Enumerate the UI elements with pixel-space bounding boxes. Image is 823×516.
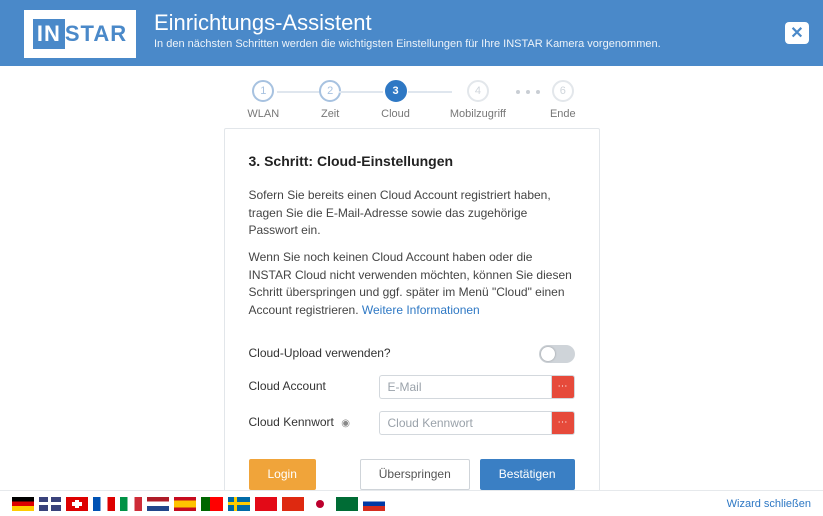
brand-logo: INSTAR xyxy=(24,10,136,58)
close-icon: ✕ xyxy=(790,23,803,43)
logo-suffix: STAR xyxy=(65,21,127,47)
card-para-2: Wenn Sie noch keinen Cloud Account haben… xyxy=(249,249,575,319)
more-info-link[interactable]: Weitere Informationen xyxy=(362,303,480,317)
step-number: 4 xyxy=(467,80,489,102)
virtual-keyboard-button[interactable]: ⋯ xyxy=(551,411,575,435)
step-label: Zeit xyxy=(321,108,339,120)
step-label: Cloud xyxy=(381,108,410,120)
eye-icon[interactable]: ◉ xyxy=(341,418,350,429)
footer-bar: Wizard schließen xyxy=(0,490,823,516)
cloud-upload-toggle[interactable] xyxy=(539,345,575,363)
step-connector xyxy=(408,91,452,93)
page-subtitle: In den nächsten Schritten werden die wic… xyxy=(154,38,661,50)
step-end[interactable]: 6 Ende xyxy=(550,80,576,120)
step-cloud[interactable]: 3 Cloud xyxy=(381,80,410,120)
toggle-label: Cloud-Upload verwenden? xyxy=(249,345,399,362)
header-bar: INSTAR Einrichtungs-Assistent In den näc… xyxy=(0,0,823,66)
step-connector xyxy=(339,91,383,93)
flag-de[interactable] xyxy=(12,497,34,511)
wizard-stepper: 1 WLAN 2 Zeit 3 Cloud 4 Mobilzugriff 6 E… xyxy=(132,80,692,120)
flag-pt[interactable] xyxy=(201,497,223,511)
step-ellipsis xyxy=(516,90,540,94)
account-label: Cloud Account xyxy=(249,378,371,395)
cloud-account-input[interactable] xyxy=(379,375,551,399)
flag-es[interactable] xyxy=(174,497,196,511)
flag-se[interactable] xyxy=(228,497,250,511)
step-label: Mobilzugriff xyxy=(450,108,506,120)
password-label: Cloud Kennwort ◉ xyxy=(249,414,371,432)
wizard-card: 3. Schritt: Cloud-Einstellungen Sofern S… xyxy=(224,128,600,511)
flag-fr[interactable] xyxy=(93,497,115,511)
flag-jp[interactable] xyxy=(309,497,331,511)
step-wlan[interactable]: 1 WLAN xyxy=(247,80,279,120)
keyboard-icon: ⋯ xyxy=(558,416,568,431)
step-mobile[interactable]: 4 Mobilzugriff xyxy=(450,80,506,120)
skip-button[interactable]: Überspringen xyxy=(360,459,470,490)
confirm-button[interactable]: Bestätigen xyxy=(480,459,575,490)
language-flags xyxy=(12,497,385,511)
wizard-close-link[interactable]: Wizard schließen xyxy=(727,498,811,510)
step-number: 3 xyxy=(385,80,407,102)
flag-en[interactable] xyxy=(39,497,61,511)
close-button[interactable]: ✕ xyxy=(785,22,809,44)
flag-ch[interactable] xyxy=(66,497,88,511)
card-para-1: Sofern Sie bereits einen Cloud Account r… xyxy=(249,187,575,239)
step-label: WLAN xyxy=(247,108,279,120)
step-number: 1 xyxy=(252,80,274,102)
card-heading: 3. Schritt: Cloud-Einstellungen xyxy=(249,151,575,171)
flag-tr[interactable] xyxy=(255,497,277,511)
virtual-keyboard-button[interactable]: ⋯ xyxy=(551,375,575,399)
cloud-password-input[interactable] xyxy=(379,411,551,435)
login-button[interactable]: Login xyxy=(249,459,316,490)
step-label: Ende xyxy=(550,108,576,120)
flag-nl[interactable] xyxy=(147,497,169,511)
step-number: 6 xyxy=(552,80,574,102)
keyboard-icon: ⋯ xyxy=(558,380,568,395)
logo-prefix: IN xyxy=(33,19,65,49)
step-zeit[interactable]: 2 Zeit xyxy=(319,80,341,120)
step-connector xyxy=(277,91,321,93)
flag-zh[interactable] xyxy=(282,497,304,511)
flag-it[interactable] xyxy=(120,497,142,511)
flag-ar[interactable] xyxy=(336,497,358,511)
step-number: 2 xyxy=(319,80,341,102)
flag-ru[interactable] xyxy=(363,497,385,511)
page-title: Einrichtungs-Assistent xyxy=(154,10,661,36)
